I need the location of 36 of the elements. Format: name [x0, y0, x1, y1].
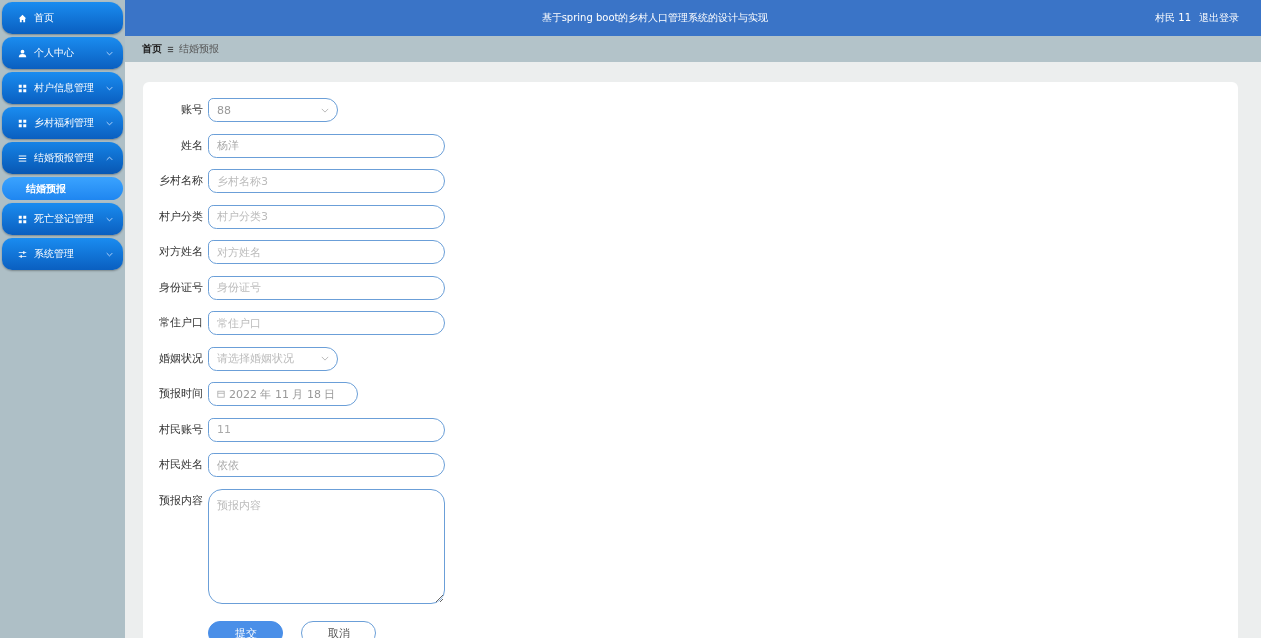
field-label: 预报时间 [158, 386, 203, 402]
breadcrumb-item[interactable]: 首页 [142, 42, 162, 56]
field-label: 预报内容 [158, 492, 203, 509]
logout-link[interactable]: 退出登录 [1199, 11, 1239, 25]
input-field[interactable]: 杨洋 [208, 133, 445, 158]
field-label: 对方姓名 [158, 244, 203, 260]
input-field[interactable]: 对方姓名 [208, 240, 445, 264]
field-label: 村户分类 [158, 208, 203, 225]
sidebar-item[interactable]: 结婚预报管理 [2, 142, 123, 174]
input-field[interactable]: 依依 [208, 453, 445, 477]
field-label: 账号 [180, 102, 203, 118]
input-field[interactable]: 村户分类3 [208, 204, 445, 229]
submenu-item[interactable]: 结婚预报 [2, 177, 123, 200]
input-field[interactable]: 11 [208, 417, 445, 442]
field-label: 姓名 [180, 137, 203, 154]
user-name: 村民 11 [1155, 11, 1191, 25]
cancel-button[interactable]: 取消 [301, 621, 376, 638]
field-label: 身份证号 [158, 279, 203, 296]
app-title: 基于spring boot的乡村人口管理系统的设计与实现 [540, 11, 770, 25]
select-field[interactable]: 88 [208, 98, 338, 122]
field-label: 常住户口 [158, 315, 203, 331]
input-field[interactable]: 乡村名称3 [208, 169, 445, 193]
text-area[interactable]: 预报内容 [208, 488, 445, 604]
sidebar-item[interactable]: 系统管理 [2, 238, 123, 270]
field-label: 村民姓名 [158, 457, 203, 473]
sidebar-item[interactable]: 乡村福利管理 [2, 107, 123, 139]
field-label: 村民账号 [158, 421, 203, 438]
field-label: 乡村名称 [158, 173, 203, 189]
submit-button[interactable]: 提交 [208, 621, 283, 638]
sidebar-item[interactable]: 死亡登记管理 [2, 203, 123, 235]
sidebar-item[interactable]: 个人中心 [2, 37, 123, 69]
date-field[interactable]: 2022 年 11 月 18 日 [208, 382, 358, 406]
sidebar-item[interactable]: 村户信息管理 [2, 72, 123, 104]
sidebar-item[interactable]: 首页 [2, 2, 123, 34]
field-label: 婚姻状况 [158, 350, 203, 367]
breadcrumb-item[interactable]: 结婚预报 [179, 42, 219, 56]
